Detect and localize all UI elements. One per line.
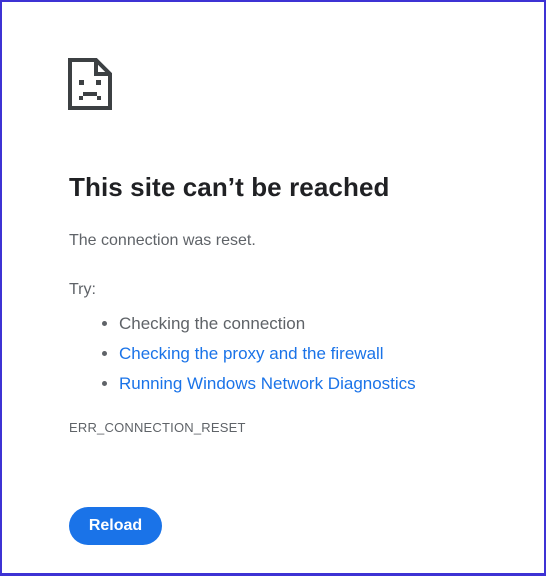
error-page: This site can’t be reached The connectio…	[0, 0, 546, 576]
suggestion-network-diagnostics[interactable]: Running Windows Network Diagnostics	[119, 369, 416, 399]
check-proxy-firewall-link[interactable]: Checking the proxy and the firewall	[119, 344, 384, 363]
error-message: The connection was reset.	[69, 232, 256, 249]
page-title: This site can’t be reached	[69, 172, 390, 202]
suggestion-check-proxy-firewall[interactable]: Checking the proxy and the firewall	[119, 339, 416, 369]
suggestion-list: Checking the connection Checking the pro…	[69, 309, 416, 399]
reload-button[interactable]: Reload	[69, 507, 162, 545]
suggestion-check-connection: Checking the connection	[119, 309, 416, 339]
try-label: Try:	[69, 281, 96, 298]
suggestion-label: Checking the connection	[119, 314, 306, 333]
error-code: ERR_CONNECTION_RESET	[69, 420, 246, 435]
sad-page-icon	[68, 58, 112, 110]
network-diagnostics-link[interactable]: Running Windows Network Diagnostics	[119, 374, 416, 393]
